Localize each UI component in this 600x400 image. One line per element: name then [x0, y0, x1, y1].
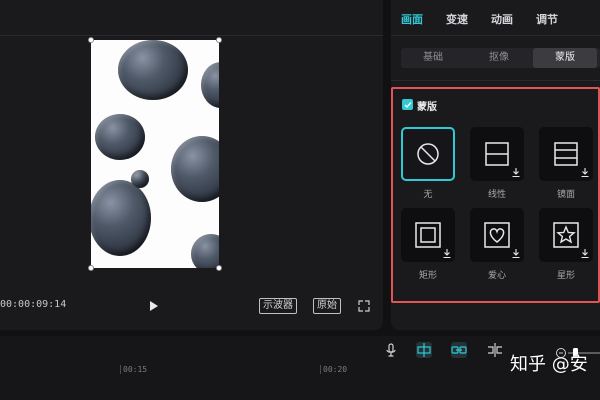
main-tab-bar: 画面 变速 动画 调节: [391, 0, 600, 36]
download-icon: [512, 249, 520, 258]
play-button[interactable]: [147, 298, 161, 314]
mirror-mask-icon: [554, 142, 578, 166]
heart-mask-icon: [484, 222, 510, 248]
snap-button[interactable]: [416, 342, 432, 358]
subtab-basic[interactable]: 基础: [401, 48, 465, 68]
mask-enable-checkbox[interactable]: [402, 99, 413, 110]
mask-option-label: 无: [423, 190, 433, 200]
star-mask-icon: [553, 222, 579, 248]
download-icon: [512, 168, 520, 177]
canvas-bubble: [118, 40, 188, 100]
download-icon: [581, 249, 589, 258]
mask-option-label: 线性: [487, 190, 506, 200]
canvas-bubble: [171, 136, 219, 202]
video-canvas[interactable]: [91, 40, 219, 268]
waveform-button[interactable]: 示波器: [259, 298, 297, 314]
original-ratio-button[interactable]: 原始: [313, 298, 341, 314]
microphone-button[interactable]: [383, 342, 399, 358]
preview-panel: 00:00:09:14 示波器 原始: [0, 0, 383, 330]
tab-picture[interactable]: 画面: [401, 11, 423, 27]
microphone-icon: [386, 343, 396, 357]
sub-tab-bar: 基础 抠像 蒙版: [401, 48, 600, 68]
ruler-tick-label: 00:20: [323, 365, 348, 374]
resize-handle-top-left[interactable]: [88, 37, 94, 43]
none-icon: [417, 143, 439, 165]
mask-option-label: 镜面: [556, 190, 575, 200]
watermark: 知乎 @安: [510, 354, 588, 375]
resize-handle-bottom-left[interactable]: [88, 265, 94, 271]
subtab-mask[interactable]: 蒙版: [533, 48, 597, 68]
timecode: 00:00:09:14: [0, 299, 67, 310]
mask-option-none[interactable]: [401, 127, 455, 181]
checkmark-icon: [404, 101, 412, 108]
fullscreen-icon[interactable]: [358, 300, 370, 312]
download-icon: [581, 168, 589, 177]
properties-panel: 画面 变速 动画 调节 基础 抠像 蒙版 蒙版 无 线性 镜面 矩形 爱心 星形: [391, 0, 600, 330]
mask-option-label: 星形: [556, 271, 575, 281]
canvas-bubble: [131, 170, 149, 188]
tab-speed[interactable]: 变速: [446, 11, 468, 27]
resize-handle-top-right[interactable]: [216, 37, 222, 43]
ruler-tick: [120, 365, 121, 374]
preview-header: [0, 0, 383, 36]
mask-option-linear[interactable]: [470, 127, 524, 181]
link-button[interactable]: [451, 342, 467, 358]
split-icon: [488, 343, 502, 357]
rectangle-mask-icon: [415, 222, 441, 248]
download-icon: [443, 249, 451, 258]
mask-option-label: 矩形: [418, 271, 437, 281]
mask-option-mirror[interactable]: [539, 127, 593, 181]
canvas-bubble: [91, 180, 151, 256]
divider: [391, 80, 600, 81]
play-icon: [150, 301, 158, 311]
ruler-tick-label: 00:15: [123, 365, 148, 374]
canvas-bubble: [95, 114, 145, 160]
mask-option-star[interactable]: [539, 208, 593, 262]
canvas-bubble: [201, 62, 219, 108]
resize-handle-bottom-right[interactable]: [216, 265, 222, 271]
tab-adjust[interactable]: 调节: [536, 11, 558, 27]
snap-icon: [417, 343, 431, 357]
tab-animation[interactable]: 动画: [491, 11, 513, 27]
link-icon: [451, 346, 467, 354]
ruler-tick: [320, 365, 321, 374]
subtab-chroma-key[interactable]: 抠像: [467, 48, 531, 68]
mask-section-title: 蒙版: [417, 102, 437, 113]
mask-option-rectangle[interactable]: [401, 208, 455, 262]
mask-section: 蒙版 无 线性 镜面 矩形 爱心 星形: [391, 87, 600, 303]
canvas-bubble: [191, 234, 219, 268]
split-button[interactable]: [487, 342, 503, 358]
linear-mask-icon: [485, 142, 509, 166]
mask-option-heart[interactable]: [470, 208, 524, 262]
mask-option-label: 爱心: [487, 271, 506, 281]
